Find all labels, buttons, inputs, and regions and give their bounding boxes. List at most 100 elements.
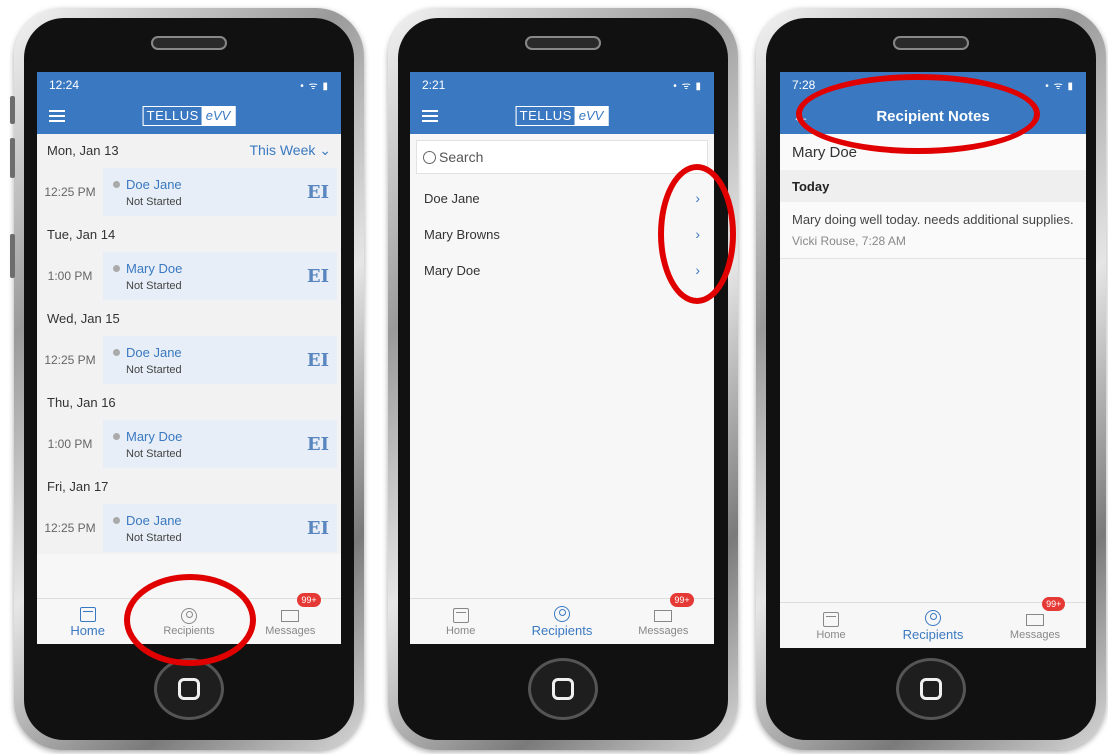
appointment-recipient: Mary Doe	[126, 260, 183, 276]
day-label: Tue, Jan 14	[47, 226, 116, 242]
list-item[interactable]: Mary Doe ›	[410, 252, 714, 288]
note-author-time: Vicki Rouse, 7:28 AM	[792, 234, 906, 248]
week-filter-dropdown[interactable]: This Week ⌄	[250, 142, 332, 159]
app-bar: ← Recipient Notes	[780, 98, 1086, 134]
messages-count-badge: 99+	[670, 593, 694, 607]
phone-frame-home: 12:24 • ᯤ ▮ TELLUS eVV Mon, Jan 13 This …	[10, 8, 364, 750]
calendar-icon	[452, 608, 469, 623]
calendar-icon	[823, 612, 839, 627]
messages-count-badge: 99+	[1042, 597, 1066, 611]
appointment-status: Not Started	[126, 195, 182, 208]
app-bar: TELLUS eVV	[410, 98, 714, 134]
search-input[interactable]: Search	[416, 140, 708, 174]
tab-label: Messages	[638, 624, 689, 637]
status-bar: 2:21 • ᯤ ▮	[410, 72, 714, 98]
tab-recipients[interactable]: Recipients	[882, 603, 984, 648]
home-screen: 12:24 • ᯤ ▮ TELLUS eVV Mon, Jan 13 This …	[37, 72, 341, 644]
note-item[interactable]: Mary doing well today. needs additional …	[780, 202, 1086, 259]
hamburger-menu-icon[interactable]	[422, 110, 438, 122]
page-title: Recipient Notes	[876, 107, 990, 125]
status-time: 7:28	[792, 78, 816, 92]
appointment-status: Not Started	[126, 279, 182, 292]
tab-recipients[interactable]: Recipients	[511, 599, 612, 644]
appointment-row[interactable]: 12:25 PM Doe Jane Not Started EI	[37, 334, 341, 386]
appointment-row[interactable]: 12:25 PM Doe Jane Not Started EI	[37, 166, 341, 218]
speaker-grille	[151, 36, 227, 50]
section-header: Today	[780, 170, 1086, 202]
appointment-row[interactable]: 1:00 PM Mary Doe Not Started EI	[37, 250, 341, 302]
tab-label: Home	[816, 628, 846, 641]
appointment-recipient: Mary Doe	[126, 428, 183, 444]
appointment-time: 12:25 PM	[44, 353, 96, 367]
physical-home-button[interactable]	[528, 658, 598, 720]
tab-home[interactable]: Home	[780, 603, 882, 648]
status-dot-icon	[113, 264, 120, 272]
appointment-status: Not Started	[126, 531, 182, 544]
appointment-row[interactable]: 1:00 PM Mary Doe Not Started EI	[37, 418, 341, 470]
tab-messages[interactable]: Messages 99+	[240, 593, 341, 644]
appointment-card[interactable]: Doe Jane Not Started EI	[103, 168, 337, 216]
appointment-card[interactable]: Doe Jane Not Started EI	[103, 504, 337, 552]
appointment-recipient: Doe Jane	[126, 344, 182, 360]
tab-recipients[interactable]: Recipients	[138, 599, 239, 644]
el-badge-icon: EI	[306, 433, 329, 455]
phone-frame-notes: 7:28 • ᯤ ▮ ← Recipient Notes Mary Doe To…	[756, 8, 1106, 750]
physical-home-button[interactable]	[896, 658, 966, 720]
status-icons: • ᯤ ▮	[673, 81, 702, 92]
el-badge-icon: EI	[306, 349, 329, 371]
list-item[interactable]: Mary Browns ›	[410, 216, 714, 252]
tab-messages[interactable]: Messages 99+	[984, 597, 1086, 648]
tab-label: Messages	[265, 624, 316, 637]
note-text: Mary doing well today. needs additional …	[792, 212, 1074, 227]
recipient-name: Mary Browns	[424, 226, 500, 242]
person-icon	[553, 606, 570, 622]
recipient-name-header: Mary Doe	[780, 134, 1086, 170]
side-button	[10, 234, 15, 278]
appointment-time: 12:25 PM	[44, 185, 96, 199]
tab-label: Recipients	[531, 623, 593, 638]
status-icons: • ᯤ ▮	[300, 81, 329, 92]
hamburger-menu-icon[interactable]	[49, 110, 65, 122]
tellus-evv-logo: TELLUS eVV	[515, 106, 609, 126]
tellus-evv-logo: TELLUS eVV	[142, 106, 236, 126]
calendar-icon	[79, 606, 96, 622]
tab-label: Home	[70, 623, 105, 638]
app-bar: TELLUS eVV	[37, 98, 341, 134]
appointment-row[interactable]: 12:25 PM Doe Jane Not Started EI	[37, 502, 341, 554]
appointment-time: 1:00 PM	[47, 437, 93, 451]
chevron-right-icon: ›	[695, 262, 700, 278]
status-time: 12:24	[49, 78, 80, 92]
person-icon	[925, 610, 941, 626]
side-button	[10, 138, 15, 178]
day-label: Fri, Jan 17	[47, 478, 109, 494]
tab-label: Recipients	[163, 624, 215, 637]
day-header: Thu, Jan 16	[37, 386, 341, 418]
appointment-card[interactable]: Doe Jane Not Started EI	[103, 336, 337, 384]
tab-home[interactable]: Home	[410, 599, 511, 644]
tab-home[interactable]: Home	[37, 599, 138, 644]
recipient-list: Doe Jane › Mary Browns › Mary Doe ›	[410, 180, 714, 288]
day-header: Mon, Jan 13 This Week ⌄	[37, 134, 341, 166]
status-bar: 12:24 • ᯤ ▮	[37, 72, 341, 98]
status-dot-icon	[113, 180, 120, 188]
speaker-grille	[525, 36, 601, 50]
status-icons: • ᯤ ▮	[1045, 81, 1074, 92]
phone-frame-recipients: 2:21 • ᯤ ▮ TELLUS eVV Search Doe Jane › …	[388, 8, 738, 750]
appointment-card[interactable]: Mary Doe Not Started EI	[103, 252, 337, 300]
mail-icon	[281, 609, 300, 622]
status-dot-icon	[113, 432, 120, 440]
appointment-card[interactable]: Mary Doe Not Started EI	[103, 420, 337, 468]
status-time: 2:21	[422, 78, 446, 92]
recipients-screen: 2:21 • ᯤ ▮ TELLUS eVV Search Doe Jane › …	[410, 72, 714, 644]
bottom-tab-bar: Home Recipients Messages 99+	[37, 593, 341, 644]
side-button	[10, 96, 15, 124]
appointment-time: 1:00 PM	[47, 269, 93, 283]
bottom-tab-bar: Home Recipients Messages 99+	[780, 597, 1086, 648]
messages-count-badge: 99+	[297, 593, 321, 607]
physical-home-button[interactable]	[154, 658, 224, 720]
list-item[interactable]: Doe Jane ›	[410, 180, 714, 216]
tab-messages[interactable]: Messages 99+	[613, 593, 714, 644]
back-arrow-icon[interactable]: ←	[792, 106, 810, 127]
appointment-recipient: Doe Jane	[126, 176, 182, 192]
appointment-recipient: Doe Jane	[126, 512, 182, 528]
